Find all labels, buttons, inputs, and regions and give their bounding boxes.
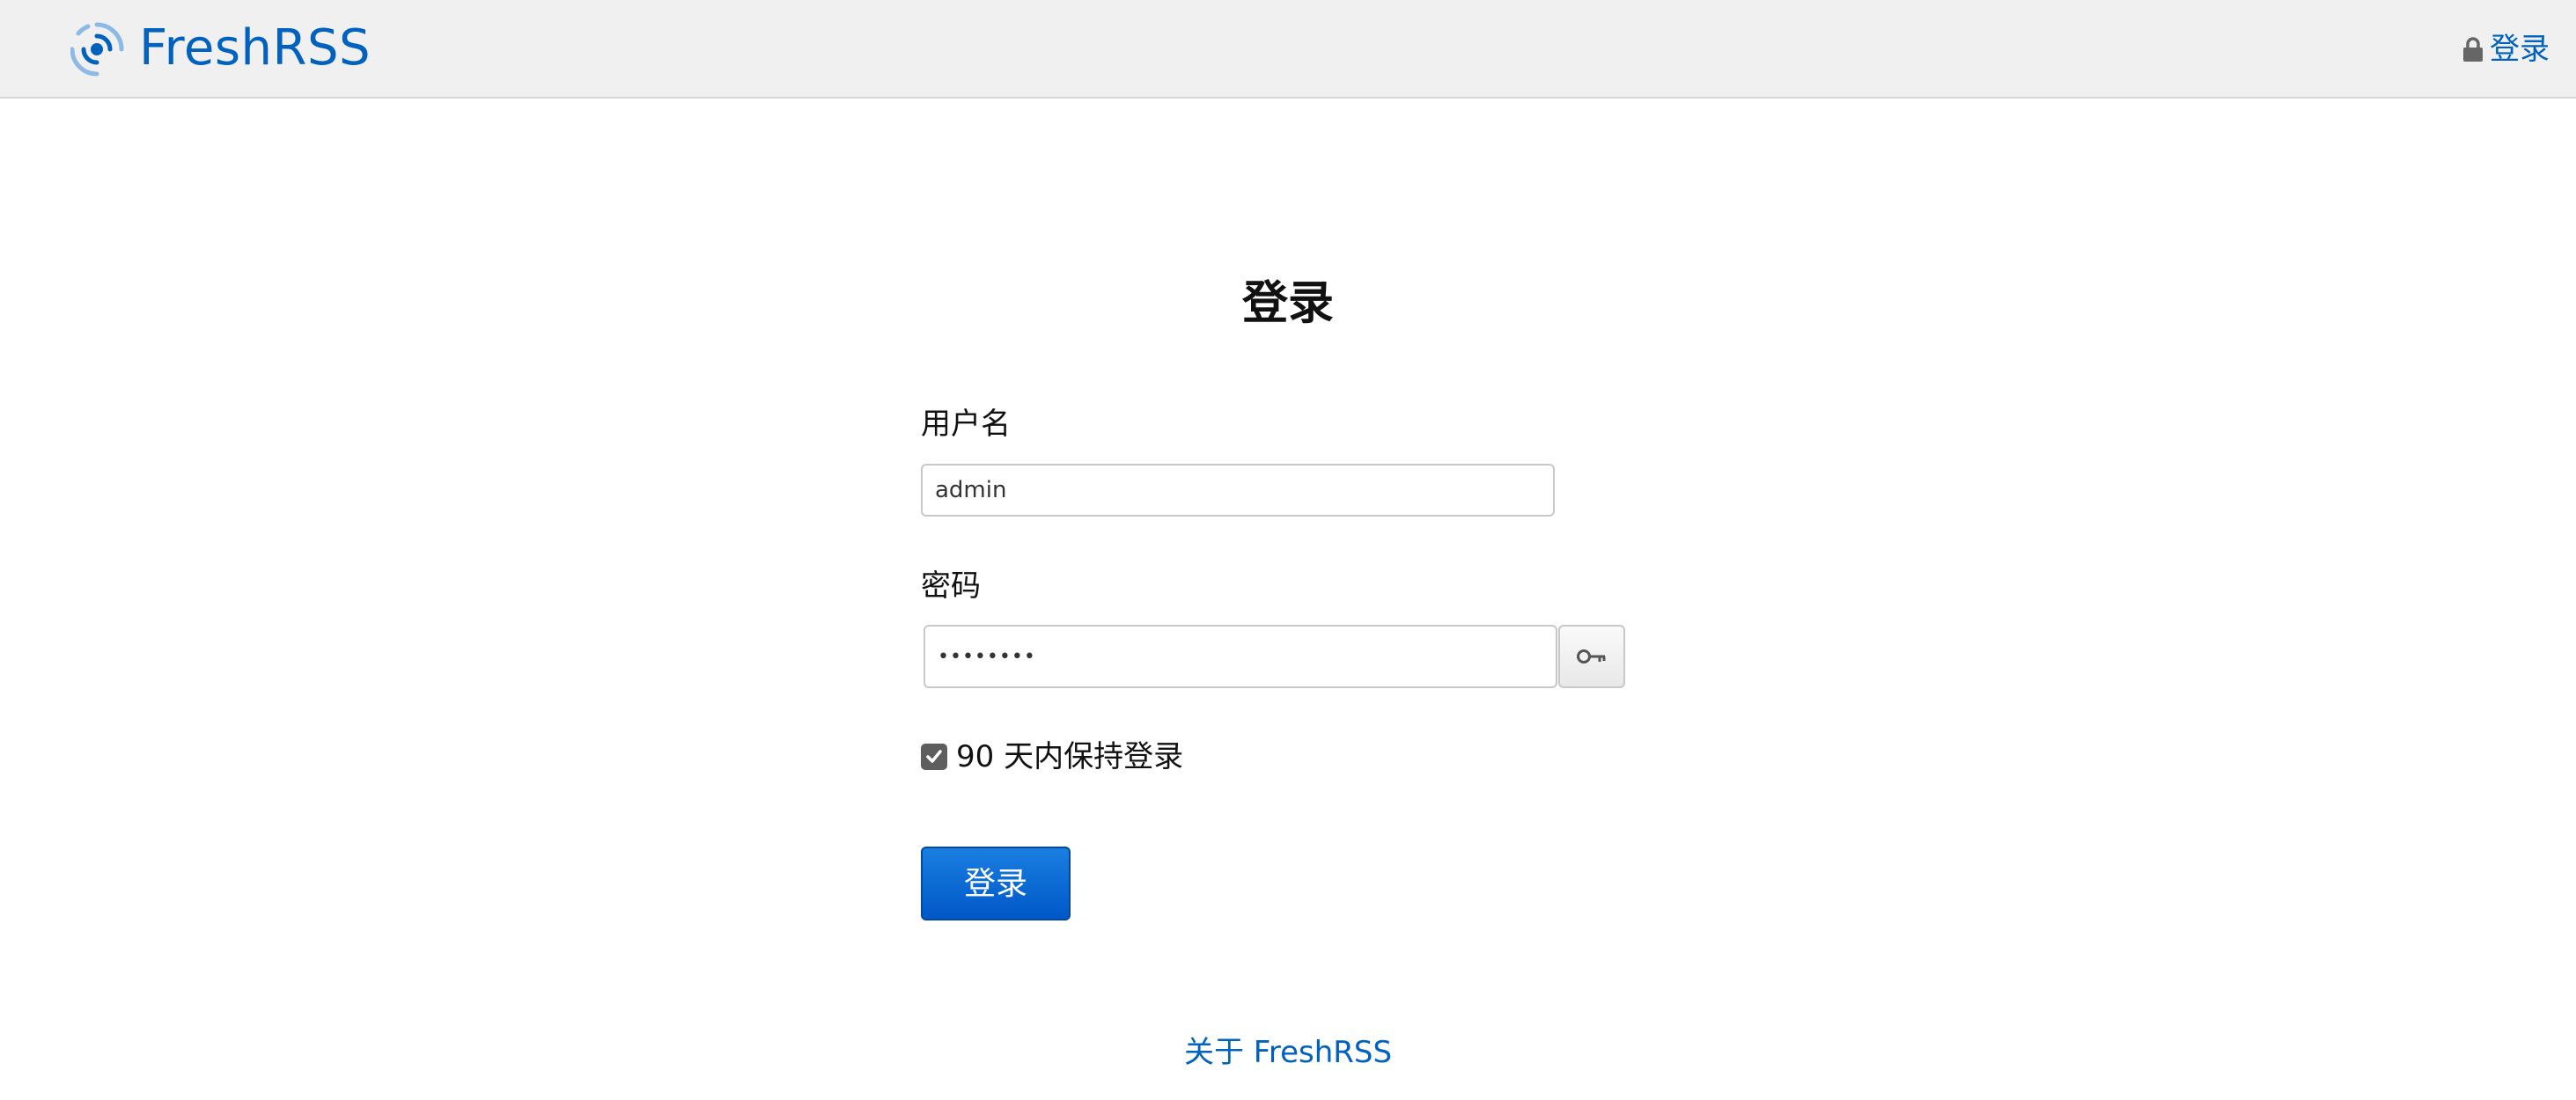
remember-me-option[interactable]: 90 天内保持登录 (921, 737, 1183, 776)
password-label: 密码 (921, 568, 981, 604)
freshrss-logo-icon (70, 22, 124, 77)
login-submit-button[interactable]: 登录 (921, 847, 1071, 920)
username-input[interactable] (921, 464, 1555, 517)
remember-me-checkbox[interactable] (921, 744, 947, 770)
remember-me-label: 90 天内保持登录 (956, 739, 1184, 774)
freshrss-logo[interactable]: FreshRSS (70, 18, 371, 79)
checkmark-icon (926, 750, 942, 763)
toggle-password-button[interactable] (1558, 625, 1625, 688)
page-title: 登录 (1241, 277, 1334, 330)
lock-icon (2463, 37, 2483, 62)
header-login-label: 登录 (2490, 32, 2550, 67)
about-freshrss-link[interactable]: 关于 FreshRSS (0, 1033, 2576, 1072)
logo-text: FreshRSS (139, 19, 372, 77)
username-label: 用户名 (921, 407, 1011, 442)
top-header: FreshRSS 登录 (0, 0, 2576, 99)
key-icon (1577, 649, 1606, 664)
password-input[interactable] (924, 625, 1557, 688)
header-login-link[interactable]: 登录 (2462, 30, 2550, 69)
